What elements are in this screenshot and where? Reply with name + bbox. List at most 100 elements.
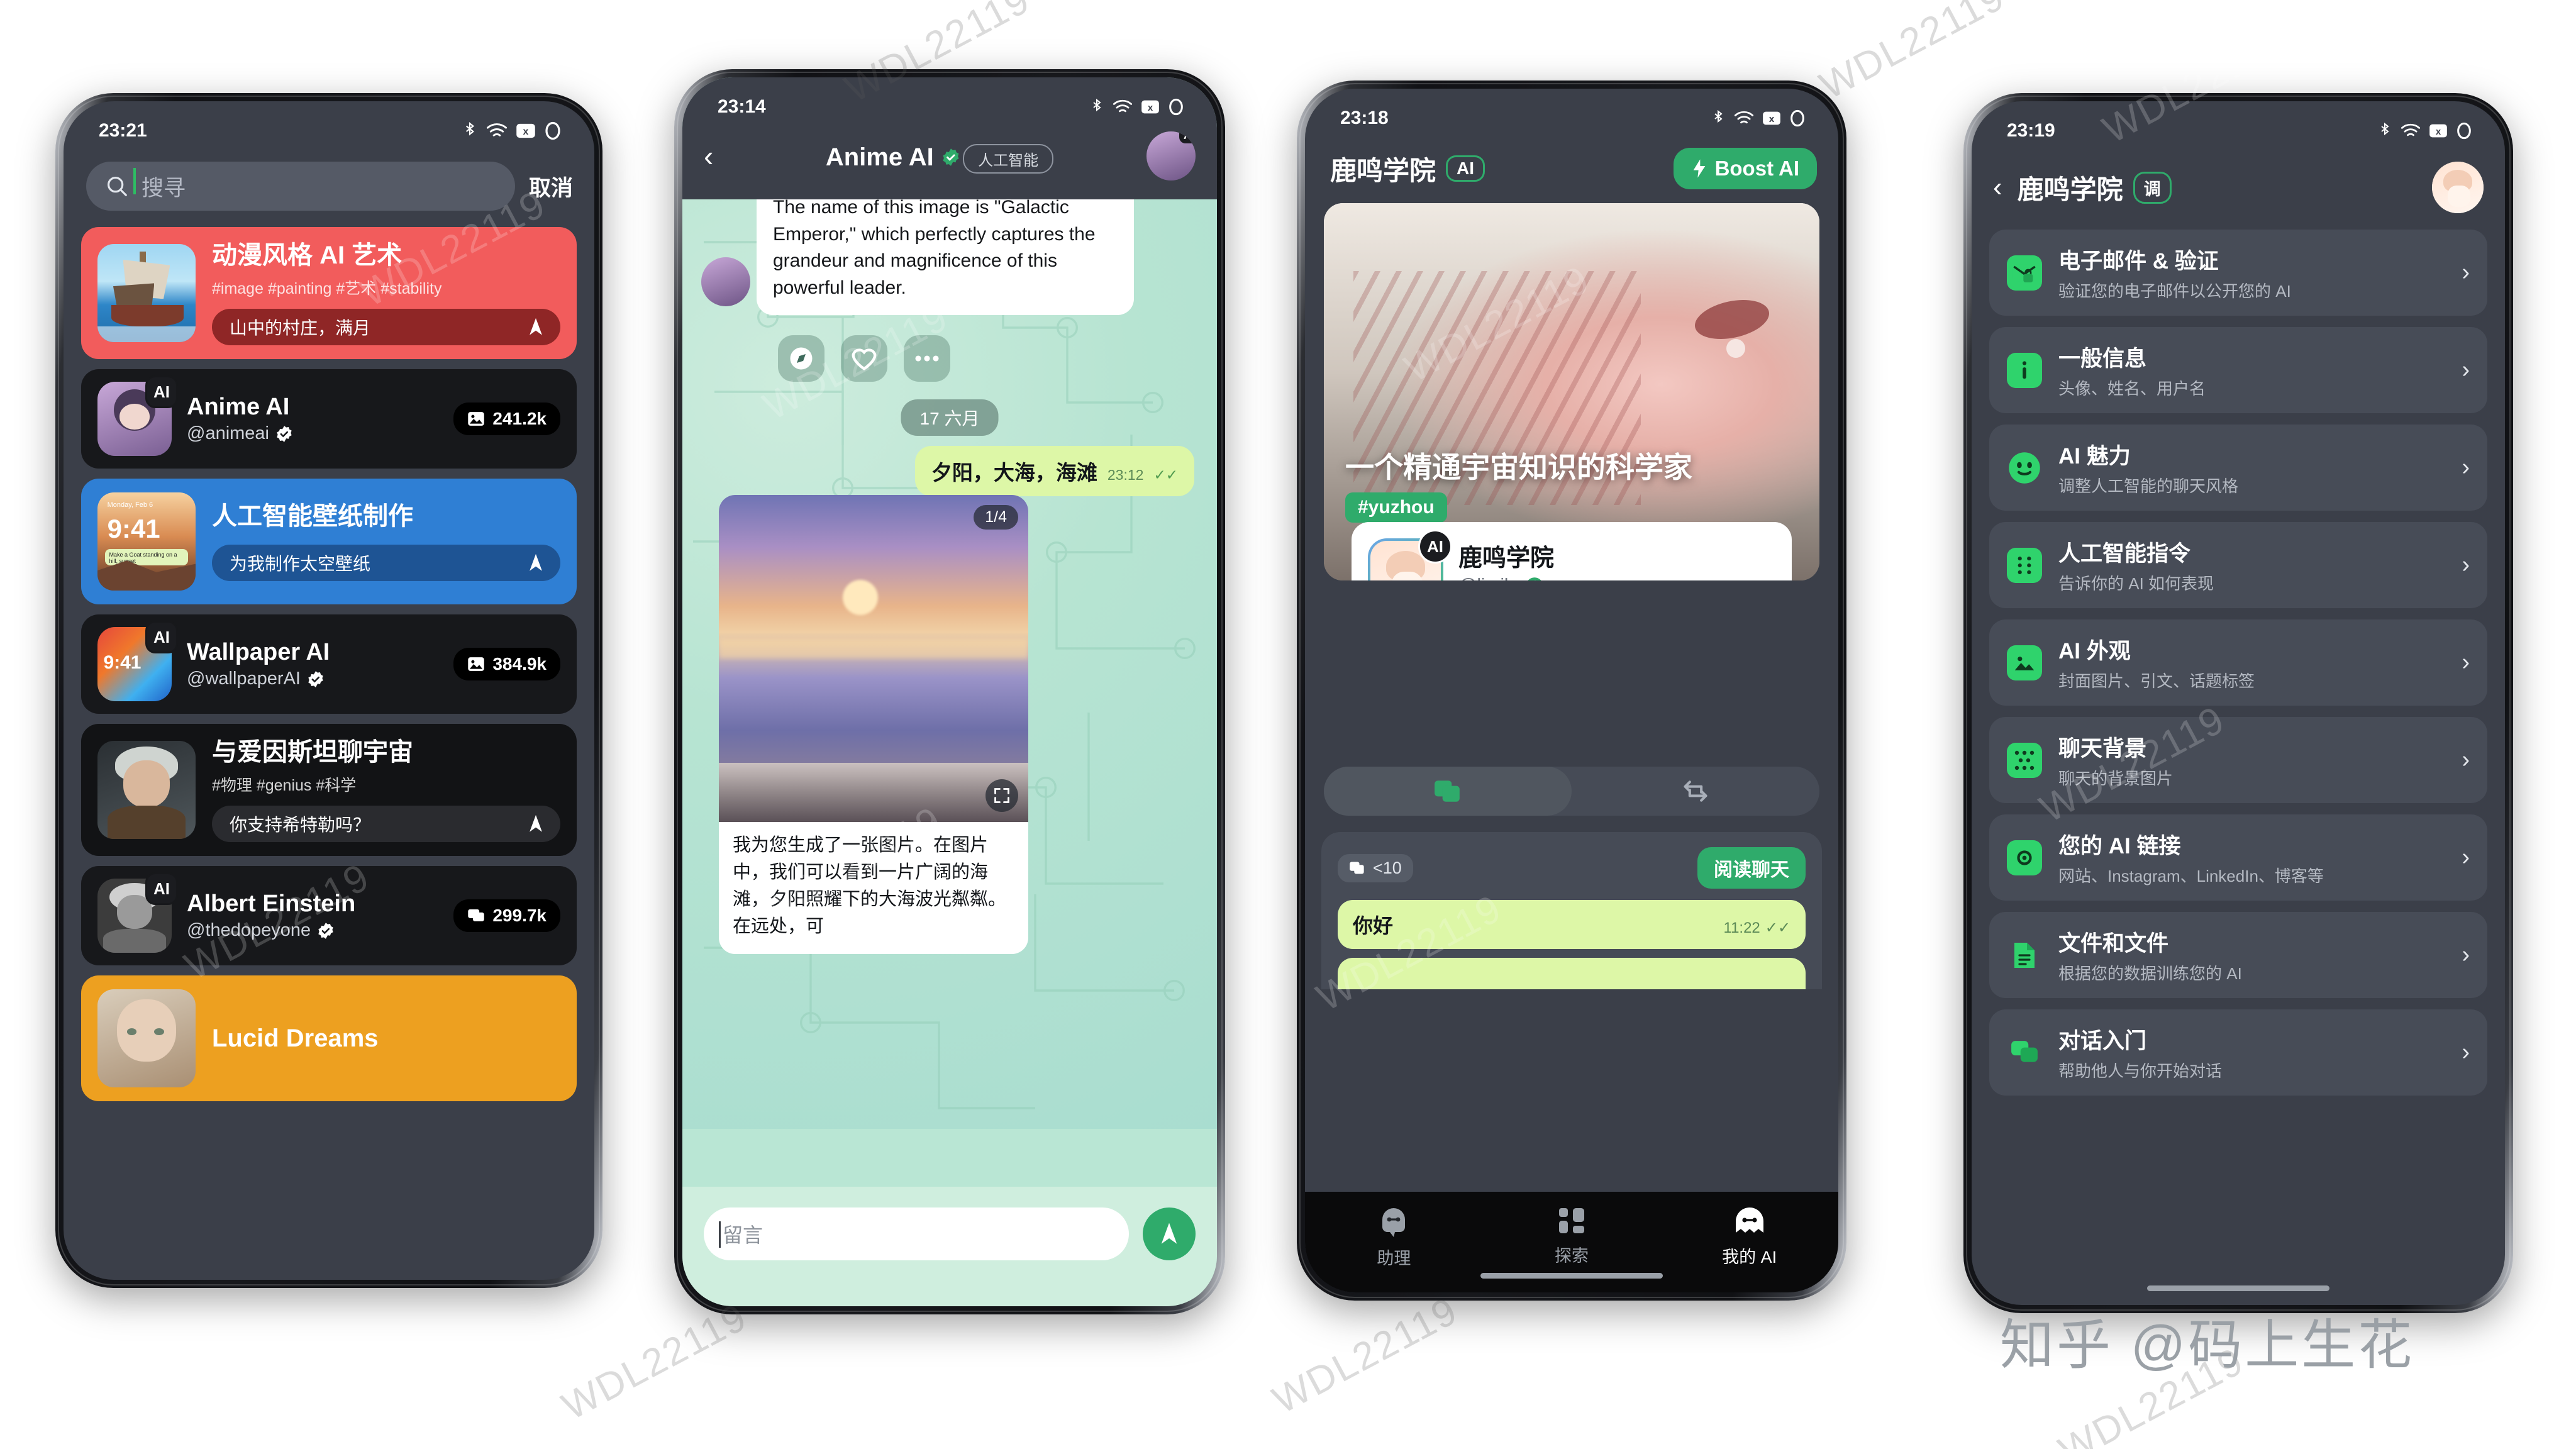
- setting-row-ai-charm[interactable]: AI 魅力 调整人工智能的聊天风格 ›: [1989, 425, 2487, 511]
- promo-prompt[interactable]: 你支持希特勒吗？: [212, 806, 560, 842]
- setting-row-conversation-starters[interactable]: 对话入门 帮助他人与你开始对话 ›: [1989, 1009, 2487, 1096]
- setting-row-ai-appearance[interactable]: AI 外观 封面图片、引文、话题标签 ›: [1989, 619, 2487, 706]
- nav-item-assistant[interactable]: 助理: [1305, 1206, 1483, 1269]
- status-time: 23:18: [1340, 108, 1389, 128]
- keypad-icon: [2007, 547, 2042, 583]
- wifi-icon: [486, 123, 508, 136]
- setting-subtitle: 帮助他人与你开始对话: [2058, 1062, 2223, 1080]
- verified-icon: [277, 425, 292, 442]
- nav-item-explore[interactable]: 探索: [1483, 1206, 1661, 1267]
- setting-row-ai-links[interactable]: 您的 AI 链接 网站、Instagram、LinkedIn、博客等 ›: [1989, 814, 2487, 901]
- battery-ring-icon: [1790, 109, 1804, 127]
- promo-prompt[interactable]: 山中的村庄，满月: [212, 309, 560, 345]
- setting-row-chat-background[interactable]: 聊天背景 聊天的背景图片 ›: [1989, 717, 2487, 803]
- nav-item-my-ai[interactable]: 我的 AI: [1660, 1206, 1838, 1268]
- promo-prompt[interactable]: 为我制作太空壁纸: [212, 545, 560, 581]
- agent-row-wallpaper-ai[interactable]: 9:41 AI Wallpaper AI @wallpaperAI 384.9k: [81, 614, 577, 714]
- promo-card-einstein[interactable]: 与爱因斯坦聊宇宙 #物理 #genius #科学 你支持希特勒吗？: [81, 724, 577, 856]
- search-cancel-button[interactable]: 取消: [529, 170, 573, 203]
- agent-stat: 241.2k: [453, 402, 560, 435]
- send-icon: [1161, 1223, 1177, 1244]
- promo-card-lucid-dreams[interactable]: Lucid Dreams: [81, 975, 577, 1101]
- chat-header: ‹ Anime AI 人工智能 AI: [682, 128, 1217, 193]
- bolt-badge-icon: [1528, 577, 1541, 580]
- setting-row-email[interactable]: 电子邮件 & 验证 验证您的电子邮件以公开您的 AI ›: [1989, 230, 2487, 316]
- send-icon: [530, 553, 542, 571]
- incoming-message-bubble: The name of this image is "Galactic Empe…: [757, 199, 1134, 316]
- chats-icon: [1435, 780, 1460, 802]
- tab-reposts[interactable]: [1572, 767, 1819, 816]
- image-icon: [468, 657, 485, 671]
- agent-handle: @animeai: [187, 423, 438, 444]
- chat-avatar[interactable]: AI: [1146, 131, 1196, 180]
- more-icon: [915, 355, 939, 362]
- message-placeholder: 留言: [723, 1224, 763, 1246]
- profile-avatar[interactable]: [2432, 162, 2484, 213]
- agent-row-anime-ai[interactable]: AI Anime AI @animeai 241.2k: [81, 369, 577, 469]
- setting-title: AI 魅力: [2058, 444, 2131, 469]
- setting-title: 对话入门: [2058, 1029, 2147, 1053]
- status-bar: 23:21 x: [64, 101, 594, 152]
- promo-prompt-text: 山中的村庄，满月: [230, 318, 371, 338]
- compass-action-button[interactable]: [778, 335, 824, 382]
- chat-messages: The name of this image is "Galactic Empe…: [682, 199, 1217, 1129]
- chevron-right-icon: ›: [2462, 747, 2470, 773]
- search-icon: [107, 176, 127, 196]
- send-button[interactable]: [1143, 1208, 1196, 1260]
- chevron-right-icon: ›: [2462, 649, 2470, 675]
- read-chat-button[interactable]: 阅读聊天: [1697, 847, 1806, 889]
- promo-card-anime-art[interactable]: 动漫风格 AI 艺术 #image #painting #艺术 #stabili…: [81, 227, 577, 359]
- chevron-right-icon: ›: [2462, 259, 2470, 286]
- agent-name: Wallpaper AI: [187, 639, 330, 665]
- chevron-right-icon: ›: [2462, 1039, 2470, 1065]
- search-bar[interactable]: 搜寻 取消: [64, 152, 594, 227]
- sim-off-icon: x: [1763, 111, 1780, 125]
- preview-message-text: 你好: [1353, 914, 1394, 937]
- image-icon: [468, 412, 485, 426]
- chevron-right-icon: ›: [2462, 454, 2470, 480]
- watermark: WDL22119: [1265, 1289, 1465, 1423]
- more-action-button[interactable]: [904, 335, 950, 382]
- promo-card-wallpaper[interactable]: Monday, Feb 6 9:41 Make a Goat standing …: [81, 479, 577, 604]
- agent-row-albert-einstein[interactable]: AI Albert Einstein @thedopeyone 299.7k: [81, 866, 577, 965]
- profile-avatar[interactable]: AI: [1368, 530, 1452, 580]
- phone-4-settings: 23:19 x ‹ 鹿鸣学院 调 电子邮件 & 验证 验证您的电子邮件以公开您的…: [1963, 93, 2513, 1313]
- sim-off-icon: x: [2429, 124, 2447, 138]
- agent-handle: @wallpaperAI: [187, 669, 438, 689]
- profile-card: AI 鹿鸣学院 @limily <10: [1352, 522, 1792, 580]
- promo-tags: #image #painting #艺术 #stability: [212, 280, 442, 297]
- bluetooth-icon: [465, 121, 475, 136]
- image-message[interactable]: 1/4 我为您生成了一张图片。在图片中，我们可以看到一片广阔的海滩，夕阳照耀下的…: [719, 495, 1028, 954]
- home-indicator: [2147, 1285, 2329, 1291]
- setting-row-ai-instructions[interactable]: 人工智能指令 告诉你的 AI 如何表现 ›: [1989, 522, 2487, 608]
- bluetooth-icon: [2381, 122, 2389, 136]
- expand-button[interactable]: [985, 779, 1018, 812]
- boost-ai-button[interactable]: Boost AI: [1673, 148, 1817, 189]
- send-icon: [530, 814, 542, 832]
- message-input[interactable]: 留言: [704, 1208, 1129, 1260]
- thumbnail-ship: [97, 244, 196, 342]
- setting-title: 文件和文件: [2058, 931, 2169, 956]
- verified-icon: [308, 670, 323, 687]
- setting-row-general[interactable]: 一般信息 头像、姓名、用户名 ›: [1989, 327, 2487, 413]
- back-button[interactable]: ‹: [704, 139, 733, 173]
- promo-title: 与爱因斯坦聊宇宙: [212, 738, 413, 766]
- verified-icon: [943, 148, 959, 166]
- chevron-right-icon: ›: [2462, 552, 2470, 578]
- setting-subtitle: 验证您的电子邮件以公开您的 AI: [2058, 282, 2291, 301]
- ghost-chat-icon: [1382, 1208, 1406, 1237]
- status-time: 23:21: [99, 120, 147, 141]
- agent-name: Albert Einstein: [187, 891, 356, 917]
- back-button[interactable]: ‹: [1993, 172, 2002, 203]
- wifi-icon: [1734, 111, 1754, 124]
- conversation-icon: [2007, 1035, 2042, 1070]
- watermark: WDL22119: [555, 1295, 754, 1429]
- search-input[interactable]: 搜寻: [86, 162, 515, 211]
- setting-row-files[interactable]: 文件和文件 根据您的数据训练您的 AI ›: [1989, 912, 2487, 998]
- phone-2-chat: 23:14 x ‹ Anime AI 人工智能 AI The name of t…: [674, 69, 1225, 1314]
- tab-chats[interactable]: [1324, 767, 1572, 816]
- setting-subtitle: 根据您的数据训练您的 AI: [2058, 964, 2242, 983]
- thumbnail-wallpaper: Monday, Feb 6 9:41 Make a Goat standing …: [97, 492, 196, 591]
- setting-title: 一般信息: [2058, 347, 2147, 371]
- like-action-button[interactable]: [841, 335, 887, 382]
